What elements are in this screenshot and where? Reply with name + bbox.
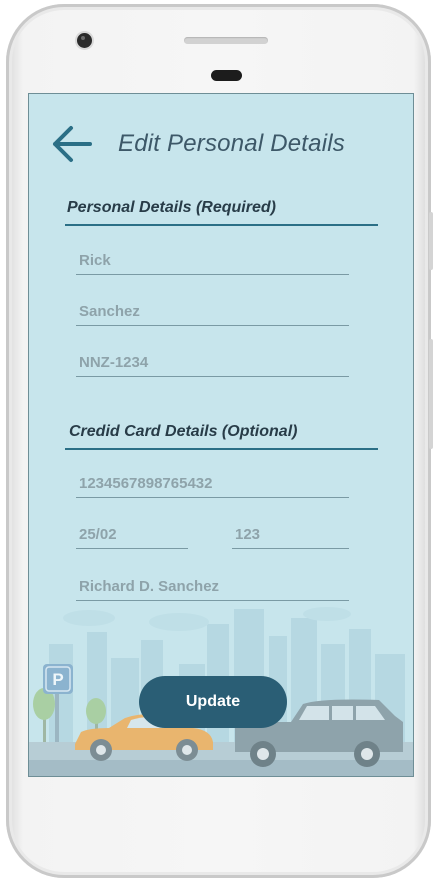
svg-text:P: P xyxy=(52,670,63,689)
card-number-field[interactable] xyxy=(76,469,349,498)
license-plate-input[interactable] xyxy=(76,348,349,376)
first-name-input[interactable] xyxy=(76,246,349,274)
power-button xyxy=(429,339,433,449)
earpiece-speaker xyxy=(184,37,268,44)
expiry-input[interactable] xyxy=(76,520,188,548)
card-holder-input[interactable] xyxy=(76,572,349,600)
front-camera-icon xyxy=(77,33,92,48)
app-screen: P Edit Personal Details Personal Details… xyxy=(28,93,414,777)
card-details-heading: Credid Card Details (Optional) xyxy=(69,423,298,440)
back-button[interactable] xyxy=(49,122,93,166)
card-holder-field[interactable] xyxy=(76,572,349,601)
expiry-field[interactable] xyxy=(76,520,188,549)
arrow-left-icon xyxy=(53,126,92,162)
first-name-field[interactable] xyxy=(76,246,349,275)
card-number-input[interactable] xyxy=(76,469,349,497)
page-title: Edit Personal Details xyxy=(118,130,345,157)
proximity-sensor xyxy=(211,70,242,81)
last-name-input[interactable] xyxy=(76,297,349,325)
license-plate-field[interactable] xyxy=(76,348,349,377)
personal-details-heading: Personal Details (Required) xyxy=(67,199,276,216)
section-divider xyxy=(65,448,378,450)
update-button[interactable]: Update xyxy=(139,676,287,728)
cvv-field[interactable] xyxy=(232,520,349,549)
section-divider xyxy=(65,224,378,226)
cvv-input[interactable] xyxy=(232,520,349,548)
volume-button xyxy=(429,212,433,270)
last-name-field[interactable] xyxy=(76,297,349,326)
